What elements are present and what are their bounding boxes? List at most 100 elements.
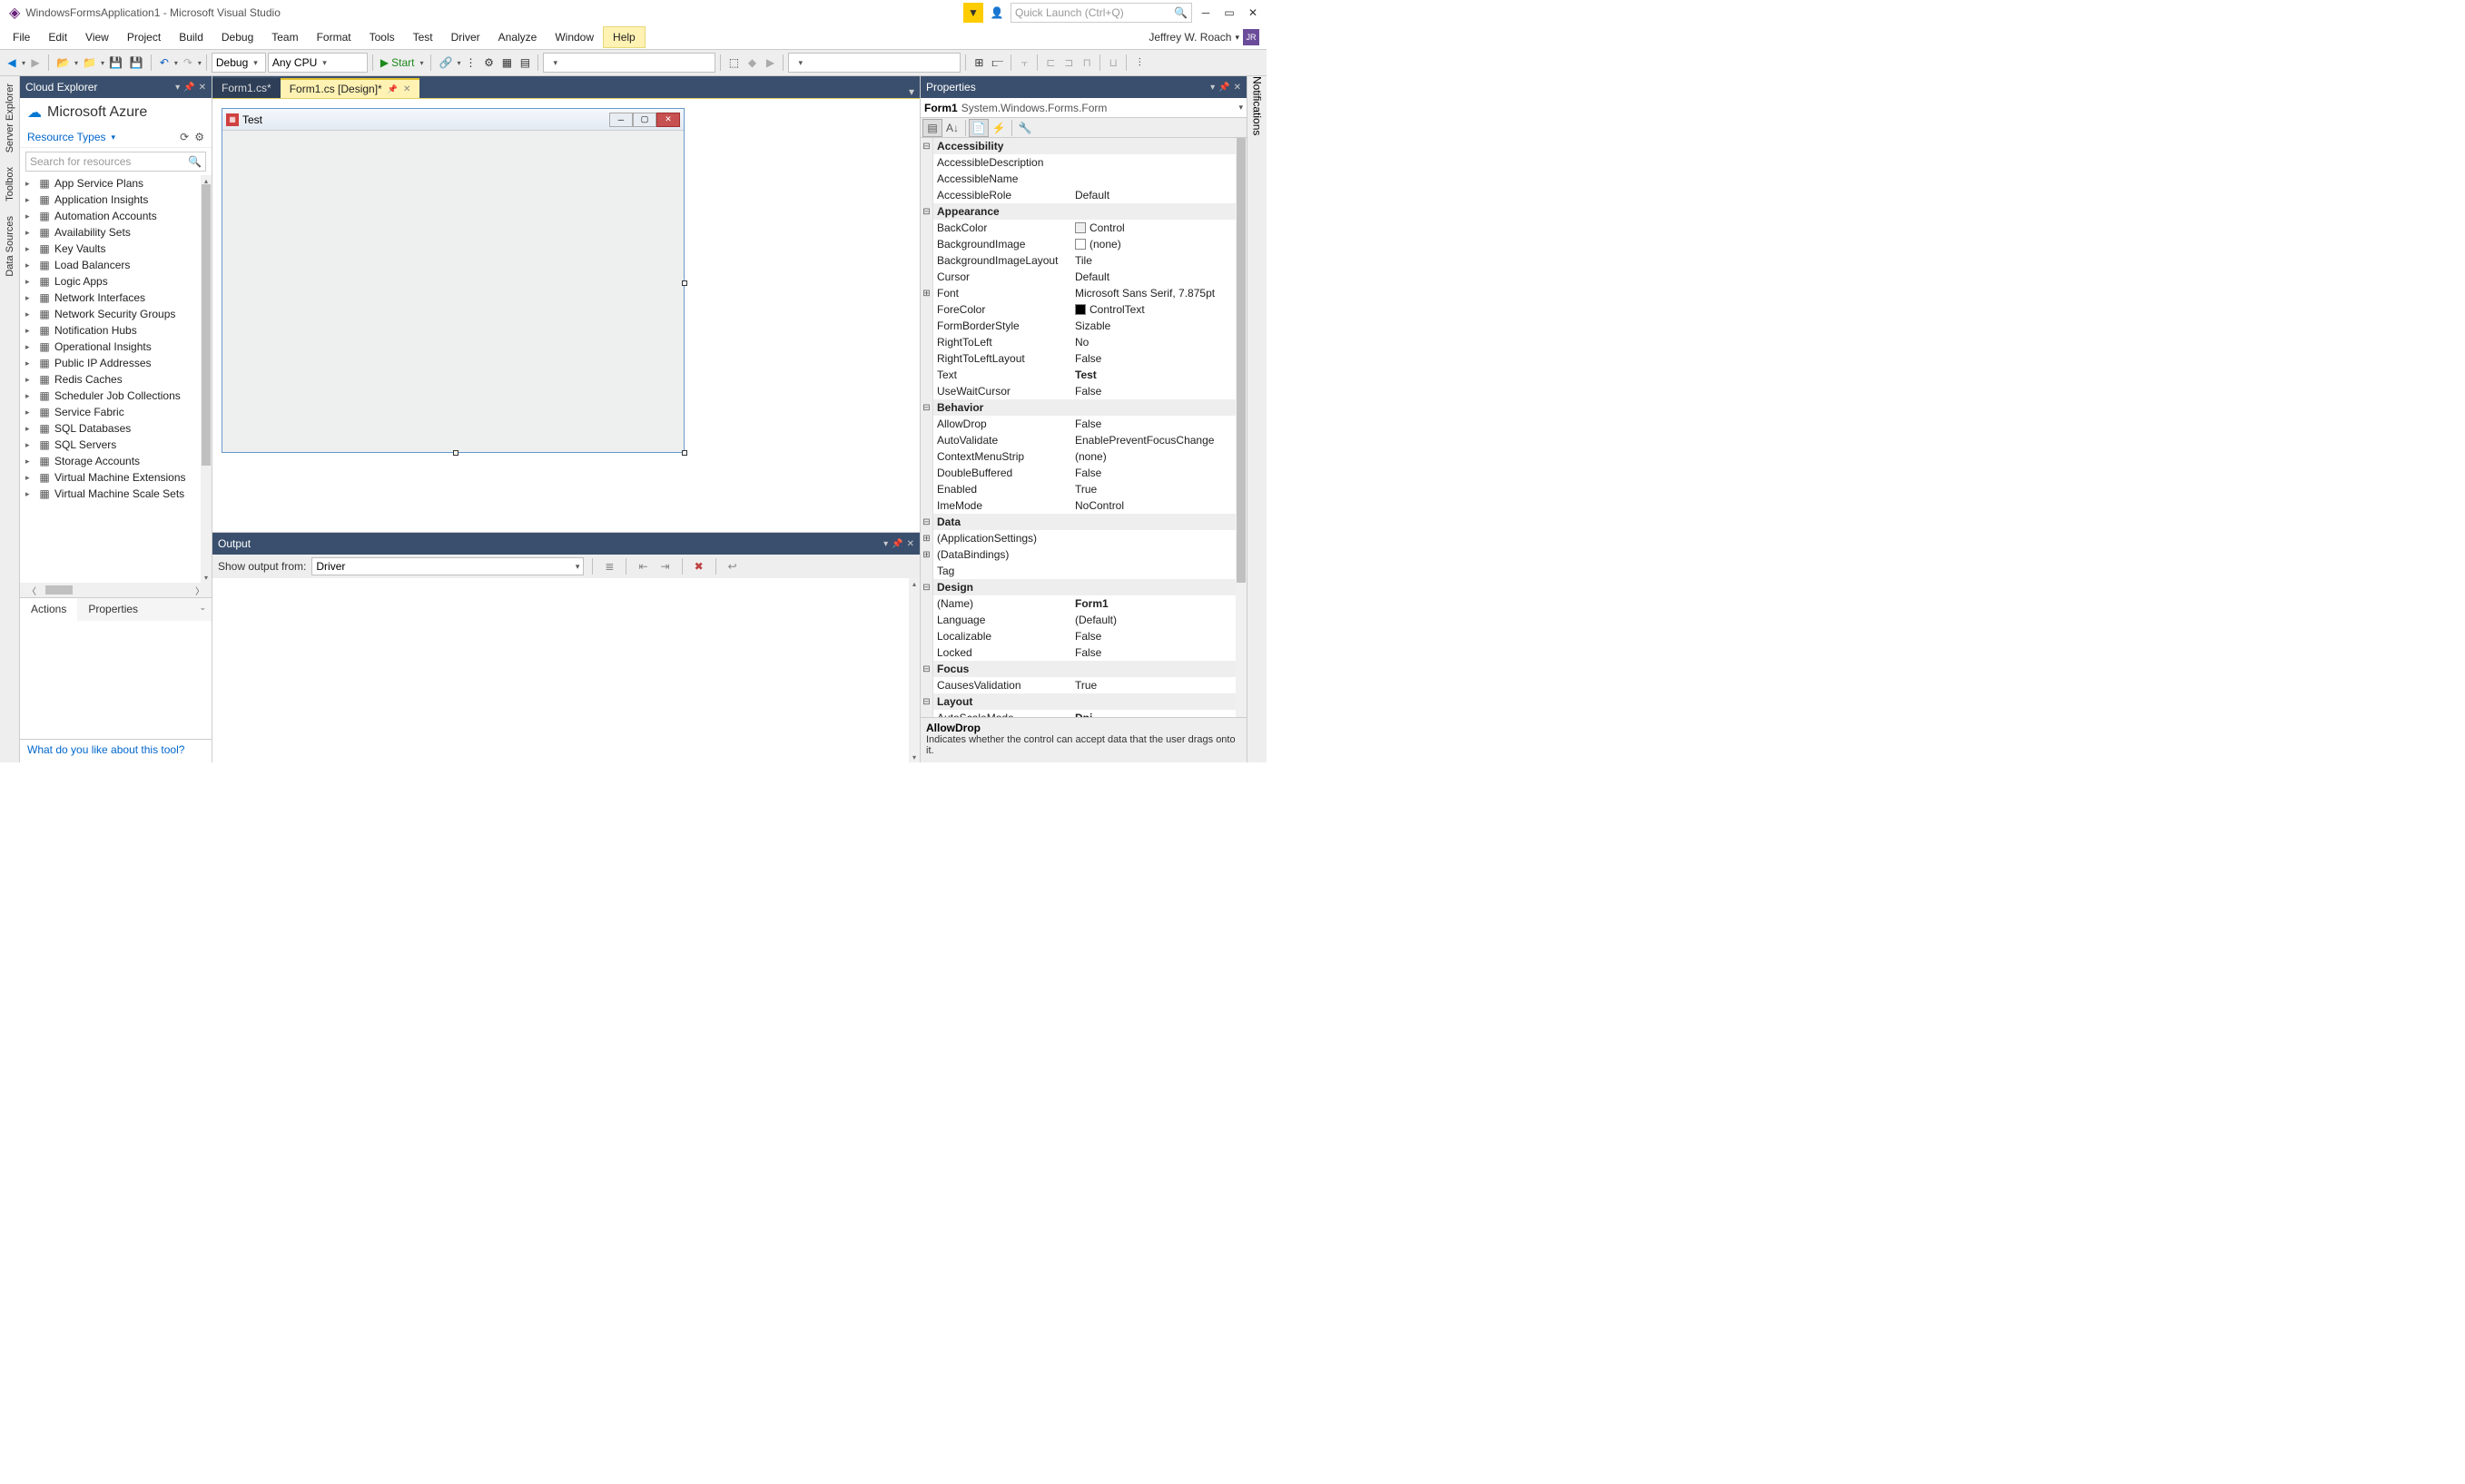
expand-icon[interactable]: ▸ xyxy=(25,228,35,238)
property-row[interactable]: ⊞FontMicrosoft Sans Serif, 7.875pt xyxy=(921,285,1247,301)
new-project-button[interactable]: 📂 xyxy=(54,53,73,73)
redo-button[interactable]: ↷ xyxy=(180,53,196,73)
expand-icon[interactable] xyxy=(921,644,933,661)
property-row[interactable]: AllowDropFalse xyxy=(921,416,1247,432)
expand-icon[interactable] xyxy=(921,563,933,579)
property-row[interactable]: AccessibleRoleDefault xyxy=(921,187,1247,203)
category-row[interactable]: ⊟Design xyxy=(921,579,1247,595)
close-button[interactable]: ✕ xyxy=(1243,3,1263,23)
menu-analyze[interactable]: Analyze xyxy=(489,27,547,47)
quick-launch-input[interactable]: Quick Launch (Ctrl+Q) 🔍 xyxy=(1011,3,1192,23)
property-value[interactable]: True xyxy=(1071,483,1247,496)
platform-dropdown[interactable]: Any CPU▾ xyxy=(268,53,368,73)
property-row[interactable]: AccessibleName xyxy=(921,171,1247,187)
server-explorer-tab[interactable]: Server Explorer xyxy=(3,76,17,160)
tree-item[interactable]: ▸▦Storage Accounts xyxy=(20,453,212,469)
start-button[interactable]: ▶ Start ▾ xyxy=(378,53,427,73)
property-row[interactable]: AccessibleDescription xyxy=(921,154,1247,171)
expand-icon[interactable] xyxy=(921,171,933,187)
tree-item[interactable]: ▸▦Scheduler Job Collections xyxy=(20,388,212,404)
property-value[interactable]: Default xyxy=(1071,270,1247,283)
expand-icon[interactable]: ▸ xyxy=(25,473,35,483)
tab-overflow-icon[interactable]: ▾ xyxy=(903,85,920,98)
expand-icon[interactable] xyxy=(921,595,933,612)
overflow-icon[interactable]: ⫶ xyxy=(1131,53,1148,73)
output-icon-1[interactable]: ≣ xyxy=(601,560,617,573)
expand-icon[interactable]: ▸ xyxy=(25,359,35,369)
property-row[interactable]: RightToLeftNo xyxy=(921,334,1247,350)
collapse-icon[interactable]: ⊟ xyxy=(921,693,933,710)
property-value[interactable]: Default xyxy=(1071,189,1247,201)
scrollbar[interactable]: ▴ ▾ xyxy=(201,175,212,583)
property-row[interactable]: RightToLeftLayoutFalse xyxy=(921,350,1247,367)
feedback-link[interactable]: What do you like about this tool? xyxy=(20,739,212,762)
minimize-button[interactable]: ─ xyxy=(1196,3,1216,23)
property-value[interactable]: ControlText xyxy=(1071,303,1247,316)
menu-build[interactable]: Build xyxy=(170,27,212,47)
pin-icon[interactable]: 📌 xyxy=(388,84,398,94)
expand-icon[interactable] xyxy=(921,465,933,481)
tree-item[interactable]: ▸▦Automation Accounts xyxy=(20,208,212,224)
form-preview[interactable]: ▦ Test ─ ▢ ✕ xyxy=(222,108,685,453)
tree-item[interactable]: ▸▦SQL Databases xyxy=(20,420,212,437)
expand-icon[interactable] xyxy=(921,612,933,628)
menu-format[interactable]: Format xyxy=(308,27,360,47)
tool-icon-3[interactable]: ▦ xyxy=(498,53,515,73)
nav-back-button[interactable]: ◀ xyxy=(4,53,20,73)
expand-icon[interactable]: ▸ xyxy=(25,440,35,450)
property-row[interactable]: ForeColorControlText xyxy=(921,301,1247,318)
property-row[interactable]: ImeModeNoControl xyxy=(921,497,1247,514)
expand-icon[interactable]: ▸ xyxy=(25,375,35,385)
menu-driver[interactable]: Driver xyxy=(442,27,489,47)
tab-actions[interactable]: Actions xyxy=(20,598,77,621)
property-value[interactable]: (Default) xyxy=(1071,614,1247,626)
collapse-icon[interactable]: ⊟ xyxy=(921,661,933,677)
tree-item[interactable]: ▸▦Public IP Addresses xyxy=(20,355,212,371)
pin-icon[interactable]: 📌 xyxy=(892,539,902,549)
refresh-icon[interactable]: ⟳ xyxy=(180,131,189,143)
expand-icon[interactable] xyxy=(921,334,933,350)
expand-icon[interactable] xyxy=(921,448,933,465)
property-value[interactable]: False xyxy=(1071,467,1247,479)
expand-icon[interactable] xyxy=(921,269,933,285)
menu-view[interactable]: View xyxy=(76,27,118,47)
pin-icon[interactable]: 📌 xyxy=(1218,83,1229,93)
property-value[interactable]: NoControl xyxy=(1071,499,1247,512)
expand-icon[interactable]: ▸ xyxy=(25,457,35,467)
expand-icon[interactable] xyxy=(921,220,933,236)
scroll-thumb[interactable] xyxy=(202,184,211,466)
tree-item[interactable]: ▸▦Notification Hubs xyxy=(20,322,212,339)
gear-icon[interactable]: ⚙ xyxy=(194,131,204,143)
property-row[interactable]: AutoValidateEnablePreventFocusChange xyxy=(921,432,1247,448)
expand-icon[interactable]: ▸ xyxy=(25,179,35,189)
scroll-left-icon[interactable]: 〈 xyxy=(22,584,42,597)
property-row[interactable]: BackColorControl xyxy=(921,220,1247,236)
expand-icon[interactable] xyxy=(921,416,933,432)
expand-icon[interactable]: ⊞ xyxy=(921,285,933,301)
collapse-icon[interactable]: ⊟ xyxy=(921,138,933,154)
object-selector[interactable]: Form1 System.Windows.Forms.Form ▾ xyxy=(921,98,1247,118)
tree-item[interactable]: ▸▦Virtual Machine Extensions xyxy=(20,469,212,486)
expand-icon[interactable]: ▸ xyxy=(25,195,35,205)
chevron-down-icon[interactable]: ▾ xyxy=(1210,83,1215,93)
expand-icon[interactable] xyxy=(921,432,933,448)
property-row[interactable]: BackgroundImage(none) xyxy=(921,236,1247,252)
align-icon-1[interactable]: ⊞ xyxy=(971,53,987,73)
property-row[interactable]: BackgroundImageLayoutTile xyxy=(921,252,1247,269)
tab-properties[interactable]: Properties xyxy=(77,598,149,621)
expand-icon[interactable]: ▸ xyxy=(25,342,35,352)
tool-icon-4[interactable]: ▤ xyxy=(517,53,533,73)
align-icon-6[interactable]: ⊓ xyxy=(1079,53,1095,73)
property-value[interactable]: (none) xyxy=(1071,450,1247,463)
tool-icon-6[interactable]: ◆ xyxy=(744,53,760,73)
resource-search-input[interactable]: Search for resources 🔍 xyxy=(25,152,206,172)
expand-icon[interactable]: ⊞ xyxy=(921,546,933,563)
expand-icon[interactable] xyxy=(921,236,933,252)
property-row[interactable]: LocalizableFalse xyxy=(921,628,1247,644)
property-value[interactable]: (none) xyxy=(1071,238,1247,251)
align-icon-2[interactable]: ⫍ xyxy=(989,53,1006,73)
scroll-right-icon[interactable]: 〉 xyxy=(190,584,210,597)
expand-icon[interactable]: ⊞ xyxy=(921,530,933,546)
toolbox-tab[interactable]: Toolbox xyxy=(3,160,17,209)
collapse-icon[interactable]: ⊟ xyxy=(921,514,933,530)
